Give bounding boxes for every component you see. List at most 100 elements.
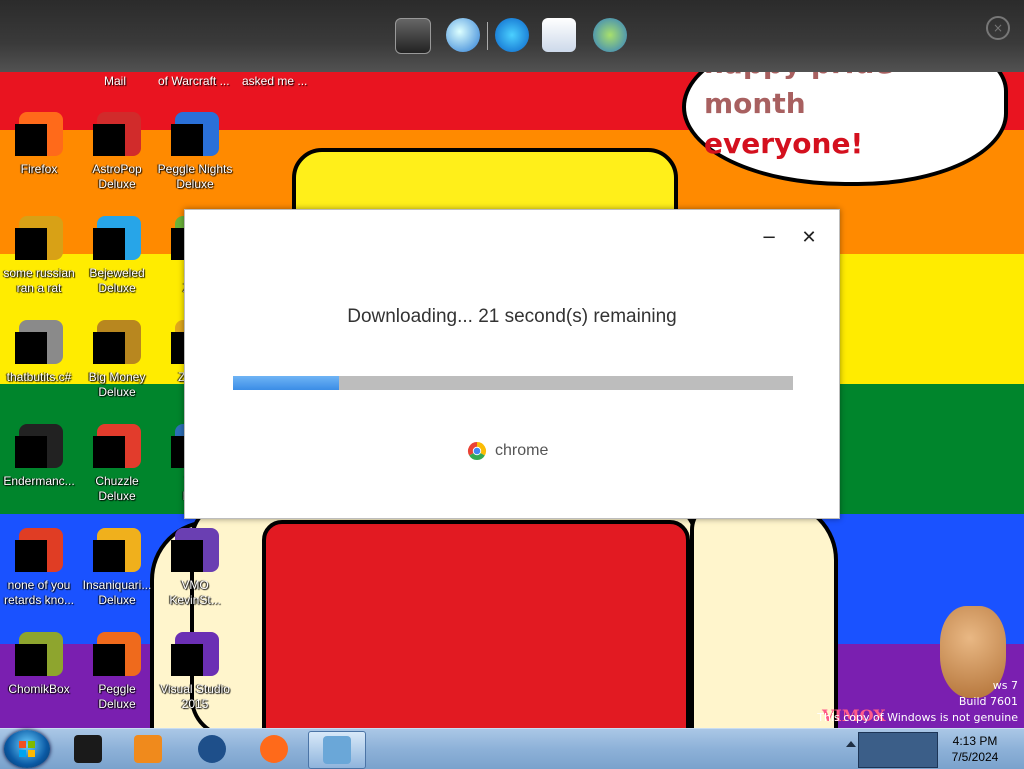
watermark-line: Build 7601 [958, 695, 1018, 708]
chrome-brand: chrome [467, 440, 548, 462]
cartoon-right-arm [690, 500, 838, 748]
insaniquarium-icon [93, 528, 141, 576]
desktop-icon-label: Firefox [20, 162, 58, 176]
desktop-icon-label-mail[interactable]: Mail [104, 74, 126, 88]
download-progress-fill [233, 376, 340, 390]
desktop-icon-label: Big Money Deluxe [88, 370, 146, 399]
chrome-installer-dialog: − ✕ Downloading... 21 second(s) remainin… [184, 209, 840, 519]
desktop-icon[interactable]: Bejeweled Deluxe [78, 216, 156, 296]
censor-block [93, 332, 125, 364]
desktop-icon[interactable]: Endermanc... [0, 424, 78, 489]
desktop-icon[interactable]: Visual Studio 2015 [156, 632, 234, 712]
minimize-button[interactable]: − [759, 228, 779, 248]
taskbar-item-globe[interactable] [184, 731, 240, 767]
bigmoney-icon [93, 320, 141, 368]
censor-block [15, 332, 47, 364]
mail-icon[interactable] [542, 18, 576, 52]
watermark-line: This copy of Windows is not genuine [817, 711, 1018, 724]
visual-studio-icon [171, 632, 219, 680]
system-clock[interactable]: 4:13 PM 7/5/2024 [935, 733, 1015, 765]
tray-preview-icons[interactable] [858, 732, 938, 768]
astropop-icon [93, 112, 141, 160]
desktop-icon[interactable]: VMO KevinSt... [156, 528, 234, 608]
vmo-icon [171, 528, 219, 576]
censor-block [171, 540, 203, 572]
desktop-icon-label-warcraft[interactable]: of Warcraft ... [158, 74, 230, 88]
top-dock-bar: × [0, 0, 1024, 72]
desktop-icon[interactable]: AstroPop Deluxe [78, 112, 156, 192]
censor-block [15, 228, 47, 260]
taskbar-item-firefox[interactable] [246, 731, 302, 767]
censor-block [15, 540, 47, 572]
censor-block [93, 124, 125, 156]
censor-block [171, 124, 203, 156]
device-manager-icon[interactable] [395, 18, 431, 54]
desktop-icon[interactable]: Peggle Deluxe [78, 632, 156, 712]
windows-update-icon[interactable] [446, 18, 480, 52]
desktop-icon-label-asked[interactable]: asked me ... [242, 74, 307, 88]
desktop-icon-label: Endermanc... [3, 474, 75, 488]
censor-block [15, 436, 47, 468]
taskbar-item-installer[interactable] [308, 731, 366, 769]
desktop-icon-label: AstroPop Deluxe [92, 162, 142, 191]
peggle-nights-icon [171, 112, 219, 160]
taskbar-item-black-window[interactable] [60, 731, 116, 767]
chrome-icon [467, 442, 487, 461]
exe-icon [15, 216, 63, 264]
chuzzle-icon [93, 424, 141, 472]
desktop-icon-label: Peggle Deluxe [98, 682, 136, 711]
desktop-icon-label: Chuzzle Deluxe [95, 474, 139, 503]
desktop-icon-label: some russian ran a rat [3, 266, 75, 295]
desktop-icon-label: Insaniquari... Deluxe [82, 578, 152, 607]
installer-icon [323, 736, 351, 764]
desktop-icon[interactable]: Big Money Deluxe [78, 320, 156, 400]
taskbar: 4:13 PM 7/5/2024 [0, 728, 1024, 769]
dock-separator [487, 22, 488, 50]
firefox-icon [15, 112, 63, 160]
internet-explorer-icon[interactable] [495, 18, 529, 52]
desktop-icon[interactable]: Firefox [0, 112, 78, 177]
censor-block [93, 644, 125, 676]
desktop-icon[interactable]: ChomikBox [0, 632, 78, 697]
desktop-icon[interactable]: Insaniquari... Deluxe [78, 528, 156, 608]
censor-block [93, 228, 125, 260]
desktop-icon[interactable]: some russian ran a rat [0, 216, 78, 296]
download-progress-bar [233, 376, 793, 390]
desktop-icon-label: Peggle Nights Deluxe [157, 162, 233, 191]
desktop-icon[interactable]: thatbutits.c# [0, 320, 78, 385]
chrome-brand-text: chrome [495, 442, 549, 459]
cartoon-shirt [262, 520, 690, 748]
censor-block [93, 540, 125, 572]
tray-expand-icon[interactable] [846, 741, 856, 747]
clock-date: 7/5/2024 [951, 750, 999, 764]
desktop-icon-label: Bejeweled Deluxe [89, 266, 145, 295]
windows-flag-icon [19, 741, 35, 757]
desktop-icon[interactable]: none of you retards kno... [0, 528, 78, 608]
desktop-icon[interactable]: Chuzzle Deluxe [78, 424, 156, 504]
close-button[interactable]: ✕ [799, 228, 819, 248]
users-icon[interactable] [593, 18, 627, 52]
file-stack-icon [15, 320, 63, 368]
speech-line-2: everyone! [704, 127, 864, 160]
red-circle-icon [15, 528, 63, 576]
chomikbox-icon [15, 632, 63, 680]
console-icon [15, 424, 63, 472]
censor-block [171, 644, 203, 676]
desktop-icon-label: Visual Studio 2015 [160, 682, 230, 711]
censor-block [15, 124, 47, 156]
desktop-icon-label: none of you retards kno... [3, 578, 75, 607]
window-icon [74, 735, 102, 763]
download-status-text: Downloading... 21 second(s) remaining [347, 306, 677, 327]
dock-close-icon[interactable]: × [986, 16, 1010, 40]
peggle-icon [93, 632, 141, 680]
desktop-icon-label: thatbutits.c# [6, 370, 72, 384]
desktop-icon-label: VMO KevinSt... [169, 578, 221, 607]
desktop-icon[interactable]: Peggle Nights Deluxe [156, 112, 234, 192]
bejeweled-icon [93, 216, 141, 264]
watermark-line: ws 7 [992, 679, 1018, 692]
genuine-watermark: ws 7 Build 7601 This copy of Windows is … [817, 678, 1018, 726]
desktop-icon-label: ChomikBox [8, 682, 70, 696]
censor-block [15, 644, 47, 676]
start-button[interactable] [4, 730, 50, 768]
taskbar-item-media-player[interactable] [120, 731, 176, 767]
